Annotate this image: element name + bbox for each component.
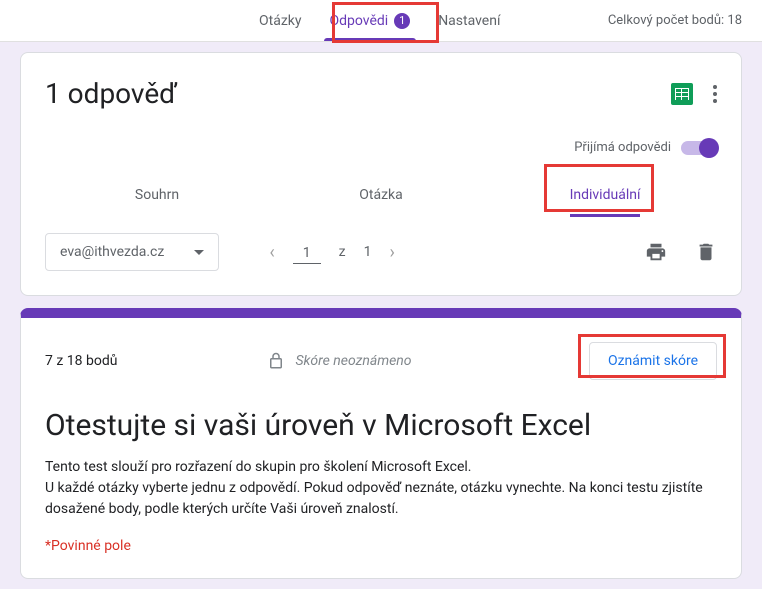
- print-icon[interactable]: [645, 241, 667, 263]
- form-title: Otestujte si vaši úroveň v Microsoft Exc…: [45, 408, 717, 443]
- sheets-icon[interactable]: [671, 83, 693, 105]
- respondent-select[interactable]: eva@ithvezda.cz: [45, 233, 219, 271]
- next-response-button[interactable]: ›: [389, 242, 394, 263]
- delete-icon[interactable]: [695, 241, 717, 263]
- more-icon[interactable]: [713, 92, 717, 96]
- current-page[interactable]: 1: [293, 241, 321, 264]
- chevron-down-icon: [194, 250, 204, 255]
- score-text: 7 z 18 bodů: [45, 353, 117, 369]
- annotation-highlight: [544, 164, 654, 212]
- lock-icon: [267, 352, 285, 370]
- inner-tab-summary[interactable]: Souhrn: [45, 175, 269, 215]
- tab-label: Nastavení: [438, 13, 500, 29]
- tab-questions[interactable]: Otázky: [245, 0, 316, 41]
- prev-response-button[interactable]: ‹: [269, 242, 274, 263]
- form-description: Tento test slouží pro rozřazení do skupi…: [45, 457, 717, 520]
- annotation-highlight: [332, 2, 439, 43]
- required-label: *Povinné pole: [45, 538, 717, 554]
- score-status: Skóre neoznámeno: [295, 353, 411, 369]
- respondent-email: eva@ithvezda.cz: [60, 244, 164, 260]
- total-score-label: Celkový počet bodů: 18: [608, 13, 742, 28]
- inner-tab-question[interactable]: Otázka: [269, 175, 493, 215]
- inner-tab-label: Souhrn: [135, 187, 179, 203]
- pager-separator: z: [339, 244, 346, 260]
- responses-title: 1 odpověď: [45, 77, 177, 110]
- accepting-responses-toggle[interactable]: [681, 141, 717, 155]
- inner-tab-label: Otázka: [359, 187, 402, 203]
- tab-label: Otázky: [259, 13, 302, 29]
- total-pages: 1: [364, 244, 372, 260]
- accepting-responses-label: Přijímá odpovědi: [574, 140, 671, 155]
- annotation-highlight: [578, 334, 726, 378]
